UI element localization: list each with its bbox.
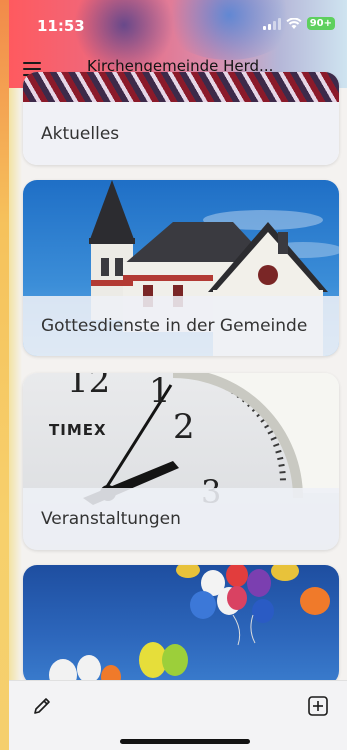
wifi-icon xyxy=(286,17,302,29)
card-label: Veranstaltungen xyxy=(23,488,339,550)
card-label: Gottesdienste in der Gemeinde xyxy=(23,296,339,356)
card-label: Aktuelles xyxy=(23,102,339,165)
balloons-photo xyxy=(49,565,330,685)
card-aktuelles[interactable]: Aktuelles xyxy=(23,72,339,165)
bottom-toolbar xyxy=(9,680,347,750)
battery-indicator: 90+ xyxy=(306,17,335,30)
red-abstract-photo xyxy=(23,72,339,102)
clock-number-12: 12 xyxy=(67,373,111,401)
plus-square-icon[interactable] xyxy=(307,695,329,717)
status-time: 11:53 xyxy=(37,17,85,35)
left-edge-decoration xyxy=(0,0,9,750)
signal-icon xyxy=(262,17,281,30)
clock-number-1: 1 xyxy=(149,373,171,411)
card-veranstaltungen[interactable]: TIMEX 12 1 2 3 Veranstaltungen xyxy=(23,373,339,550)
status-icons: 90+ xyxy=(262,17,335,30)
card-balloons[interactable] xyxy=(23,565,339,685)
card-gottesdienste[interactable]: Gottesdienste in der Gemeinde xyxy=(23,180,339,356)
clock-number-2: 2 xyxy=(173,407,195,447)
pencil-icon[interactable] xyxy=(31,695,53,717)
clock-brand: TIMEX xyxy=(49,421,107,439)
home-indicator[interactable] xyxy=(120,739,250,744)
